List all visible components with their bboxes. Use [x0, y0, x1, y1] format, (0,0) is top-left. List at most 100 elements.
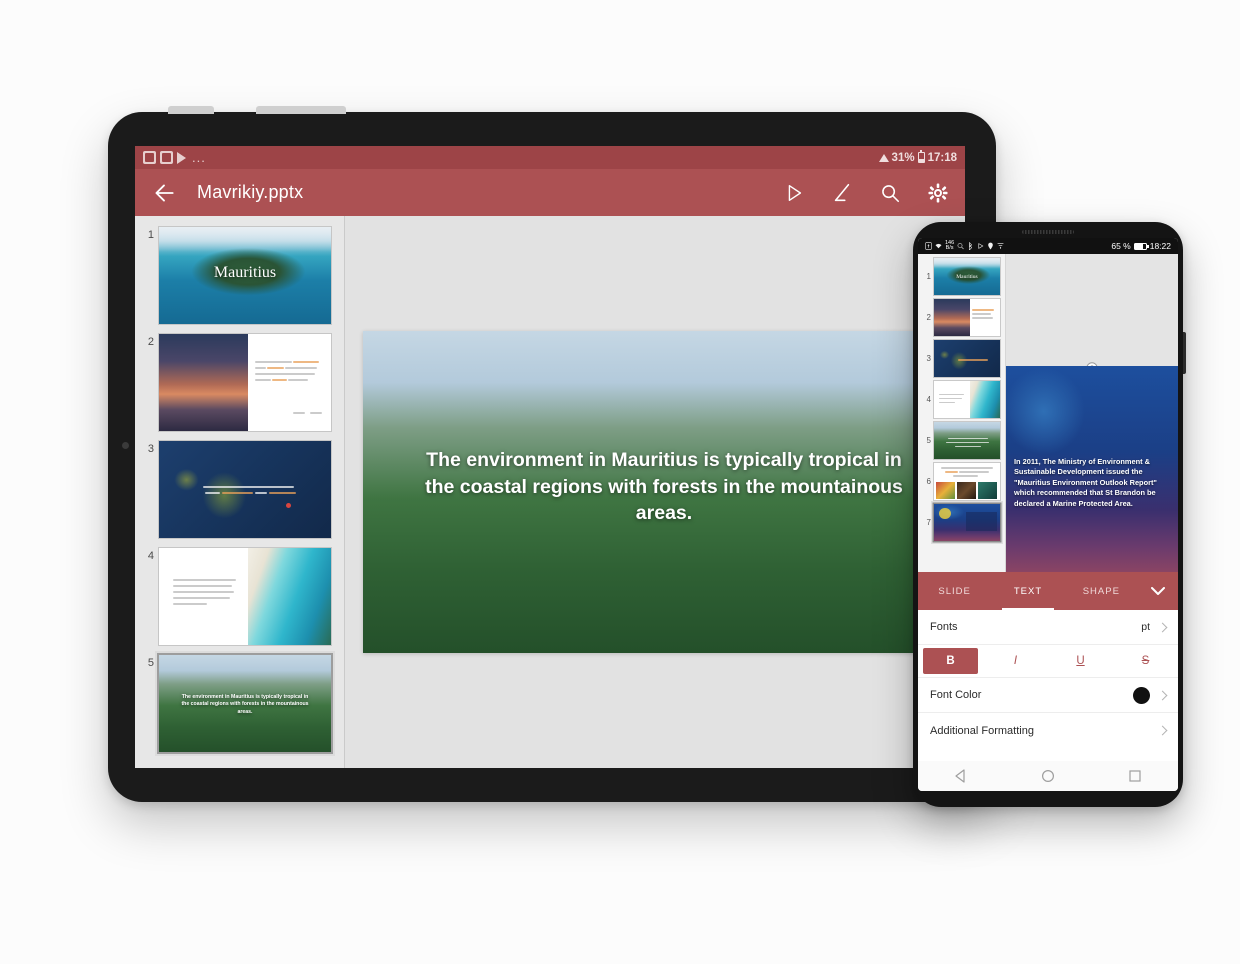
- search-icon: [957, 243, 964, 250]
- font-color-swatch[interactable]: [1133, 686, 1150, 704]
- additional-formatting-row-right: [1157, 725, 1168, 736]
- slide-thumbnail[interactable]: [159, 334, 331, 431]
- slide-number: 5: [926, 436, 931, 445]
- tablet-camera: [122, 442, 129, 449]
- back-triangle-icon[interactable]: [954, 769, 968, 783]
- slide-art-lagoon: [248, 548, 331, 645]
- play-store-icon: [177, 151, 186, 164]
- slide-thumbnail[interactable]: Mauritius: [159, 227, 331, 324]
- edit-pen-icon[interactable]: [831, 182, 853, 204]
- home-circle-icon[interactable]: [1041, 769, 1055, 783]
- status-more-ellipsis: ...: [192, 150, 206, 165]
- slide-thumbnail[interactable]: [934, 381, 1000, 418]
- slide-thumbnail[interactable]: [934, 463, 1000, 500]
- phone-earpiece-speaker: [1022, 230, 1074, 234]
- tablet-screen: ... 31% 17:18 Mavrikiy.pptx 1 Mauritius …: [135, 146, 965, 768]
- recents-square-icon[interactable]: [1128, 769, 1142, 783]
- clock-label: 17:18: [927, 151, 957, 164]
- phone-thumbnail-5[interactable]: 5: [918, 420, 1005, 461]
- slide-thumbnail[interactable]: [934, 299, 1000, 336]
- additional-formatting-label: Additional Formatting: [930, 724, 1034, 737]
- tab-text[interactable]: TEXT: [991, 572, 1064, 610]
- slide-number: 7: [926, 518, 931, 527]
- tablet-thumbnail-3[interactable]: 3: [135, 436, 344, 543]
- tablet-slide-thumbnail-list[interactable]: 1 Mauritius 2 3 4 5 The environment in M…: [135, 216, 345, 768]
- android-nav-bar[interactable]: [918, 761, 1178, 791]
- tablet-thumbnail-5[interactable]: 5 The environment in Mauritius is typica…: [135, 650, 344, 757]
- tablet-volume-button[interactable]: [168, 106, 214, 114]
- phone-slide-canvas[interactable]: In 2011, The Ministry of Environment & S…: [1006, 254, 1178, 572]
- slide-title: Mauritius: [213, 263, 277, 281]
- tablet-body: 1 Mauritius 2 3 4 5 The environment in M…: [135, 216, 965, 768]
- slide-number: 3: [147, 443, 154, 455]
- phone-status-bar: 146 B/s 65 % 18:22: [918, 238, 1178, 254]
- underline-button[interactable]: U: [1053, 648, 1108, 674]
- current-slide[interactable]: In 2011, The Ministry of Environment & S…: [1006, 366, 1178, 572]
- tablet-app-bar: Mavrikiy.pptx: [135, 169, 965, 216]
- phone-thumbnail-3[interactable]: 3: [918, 338, 1005, 379]
- settings-gear-icon[interactable]: [927, 182, 949, 204]
- phone-format-tabs[interactable]: SLIDE TEXT SHAPE: [918, 572, 1178, 610]
- tablet-thumbnail-4[interactable]: 4: [135, 543, 344, 650]
- back-arrow-icon[interactable]: [151, 180, 177, 206]
- chevron-right-icon[interactable]: [1157, 725, 1168, 736]
- bold-button[interactable]: B: [923, 648, 978, 674]
- slide-thumbnail-selected[interactable]: [934, 504, 1000, 541]
- strikethrough-button[interactable]: S: [1118, 648, 1173, 674]
- chevron-down-icon: [1150, 586, 1165, 595]
- phone-thumbnail-7[interactable]: 7: [918, 502, 1005, 543]
- slide-image-2: [957, 482, 977, 499]
- battery-percent-label: 31%: [891, 151, 915, 164]
- slide-thumbnail[interactable]: [159, 548, 331, 645]
- tab-slide[interactable]: SLIDE: [918, 572, 991, 610]
- slide-number: 4: [926, 395, 931, 404]
- italic-button[interactable]: I: [988, 648, 1043, 674]
- tablet-thumbnail-2[interactable]: 2: [135, 329, 344, 436]
- tablet-power-button[interactable]: [256, 106, 346, 114]
- slide-text-box[interactable]: The environment in Mauritius is typicall…: [411, 447, 917, 527]
- bluetooth-icon: [969, 242, 973, 250]
- font-color-row[interactable]: Font Color: [918, 678, 1178, 713]
- text-style-row[interactable]: B I U S: [918, 645, 1178, 678]
- slide-art-sunset: [934, 299, 970, 336]
- collapse-panel-button[interactable]: [1138, 572, 1178, 610]
- slide-art-forest: [934, 422, 1000, 459]
- slide-number: 2: [926, 313, 931, 322]
- chevron-right-icon[interactable]: [1157, 622, 1168, 632]
- sim-icon: [925, 242, 932, 250]
- phone-status-left: 146 B/s: [925, 240, 1004, 252]
- slide-number: 1: [147, 229, 154, 241]
- present-icon[interactable]: [783, 182, 805, 204]
- phone-device: 146 B/s 65 % 18:22 1 Mauritius 2 3 4 5 6…: [913, 222, 1186, 807]
- tab-shape[interactable]: SHAPE: [1065, 572, 1138, 610]
- phone-thumbnail-4[interactable]: 4: [918, 379, 1005, 420]
- tablet-slide-canvas[interactable]: The environment in Mauritius is typicall…: [345, 216, 965, 768]
- fonts-row[interactable]: Fonts pt: [918, 610, 1178, 645]
- phone-power-button[interactable]: [1183, 332, 1186, 374]
- phone-slide-thumbnail-list[interactable]: 1 Mauritius 2 3 4 5 6 7: [918, 254, 1006, 572]
- slide-thumbnail[interactable]: Mauritius: [934, 258, 1000, 295]
- font-color-row-right: [1133, 686, 1168, 704]
- font-size-unit: pt: [1141, 621, 1150, 633]
- phone-thumbnail-6[interactable]: 6: [918, 461, 1005, 502]
- slide-number: 4: [147, 550, 154, 562]
- phone-thumbnail-2[interactable]: 2: [918, 297, 1005, 338]
- slide-thumbnail[interactable]: [159, 441, 331, 538]
- slide-text-box[interactable]: In 2011, The Ministry of Environment & S…: [1014, 457, 1176, 510]
- slide-number: 3: [926, 354, 931, 363]
- current-slide[interactable]: The environment in Mauritius is typicall…: [363, 331, 965, 653]
- chevron-right-icon[interactable]: [1157, 690, 1168, 700]
- slide-art-lagoon: [969, 381, 1000, 418]
- clock-label: 18:22: [1149, 241, 1171, 251]
- slide-thumbnail[interactable]: [934, 340, 1000, 377]
- slide-art-sunset: [159, 334, 249, 431]
- slide-thumbnail-selected[interactable]: The environment in Mauritius is typicall…: [159, 655, 331, 752]
- phone-thumbnail-1[interactable]: 1 Mauritius: [918, 256, 1005, 297]
- additional-formatting-row[interactable]: Additional Formatting: [918, 713, 1178, 748]
- data-speed-unit: B/s: [945, 245, 954, 251]
- slide-number: 2: [147, 336, 154, 348]
- search-icon[interactable]: [879, 182, 901, 204]
- tablet-thumbnail-1[interactable]: 1 Mauritius: [135, 222, 344, 329]
- tablet-status-bar: ... 31% 17:18: [135, 146, 965, 169]
- slide-thumbnail[interactable]: [934, 422, 1000, 459]
